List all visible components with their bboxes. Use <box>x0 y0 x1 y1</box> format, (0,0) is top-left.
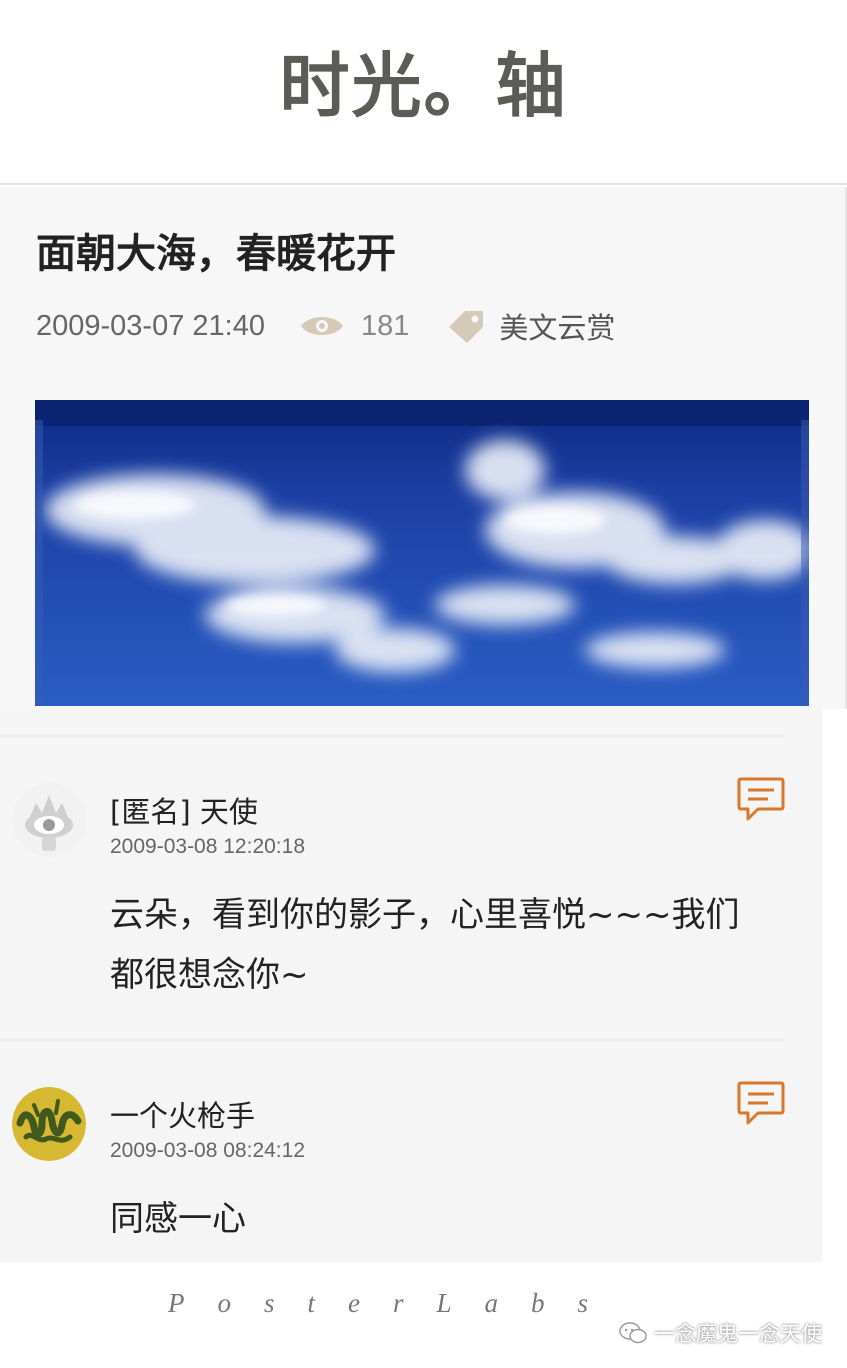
comment-time: 2009-03-08 08:24:12 <box>110 1139 305 1162</box>
watermark: 一念魔鬼一念天使 <box>618 1318 822 1348</box>
eye-icon <box>299 312 345 340</box>
comment-author[interactable]: [匿名] 天使 <box>110 789 258 831</box>
weibo-avatar-icon <box>12 783 86 857</box>
footer-brand: PosterLabs <box>168 1288 622 1318</box>
avatar[interactable] <box>12 783 86 857</box>
comments-section: [匿名] 天使 2009-03-08 12:20:18 云朵，看到你的影子，心里… <box>0 709 822 1262</box>
tag-icon <box>445 307 487 345</box>
header-title: 时光。轴 <box>279 45 568 127</box>
avatar[interactable] <box>12 1087 86 1161</box>
wechat-icon <box>618 1321 648 1345</box>
post-title[interactable]: 面朝大海，春暖花开 <box>36 221 396 279</box>
comment-author[interactable]: 一个火枪手 <box>110 1093 255 1135</box>
post-tag[interactable]: 美文云赏 <box>499 305 615 347</box>
comment-text: 同感一心 <box>110 1199 246 1239</box>
footer: PosterLabs 一念魔鬼一念天使 <box>0 1262 847 1368</box>
comment-reply-icon[interactable] <box>736 1079 786 1127</box>
watermark-text: 一念魔鬼一念天使 <box>654 1322 822 1346</box>
comment-time: 2009-03-08 12:20:18 <box>110 835 305 858</box>
post-card: 面朝大海，春暖花开 2009-03-07 21:40 181 美文云赏 <box>0 187 847 709</box>
app-header: 时光。轴 <box>0 0 847 185</box>
comment-divider <box>0 735 785 737</box>
comment-item: [匿名] 天使 2009-03-08 12:20:18 云朵，看到你的影子，心里… <box>0 735 822 1035</box>
comment-reply-icon[interactable] <box>736 775 786 823</box>
post-meta: 2009-03-07 21:40 181 美文云赏 <box>36 305 615 347</box>
comment-text: 云朵，看到你的影子，心里喜悦~~~我们都很想念你~ <box>110 895 740 995</box>
comment-item: 一个火枪手 2009-03-08 08:24:12 同感一心 <box>0 1039 822 1259</box>
post-image-sky <box>35 400 809 706</box>
post-views: 181 <box>360 309 410 342</box>
post-date: 2009-03-07 21:40 <box>36 309 265 342</box>
comment-divider <box>0 1039 785 1041</box>
